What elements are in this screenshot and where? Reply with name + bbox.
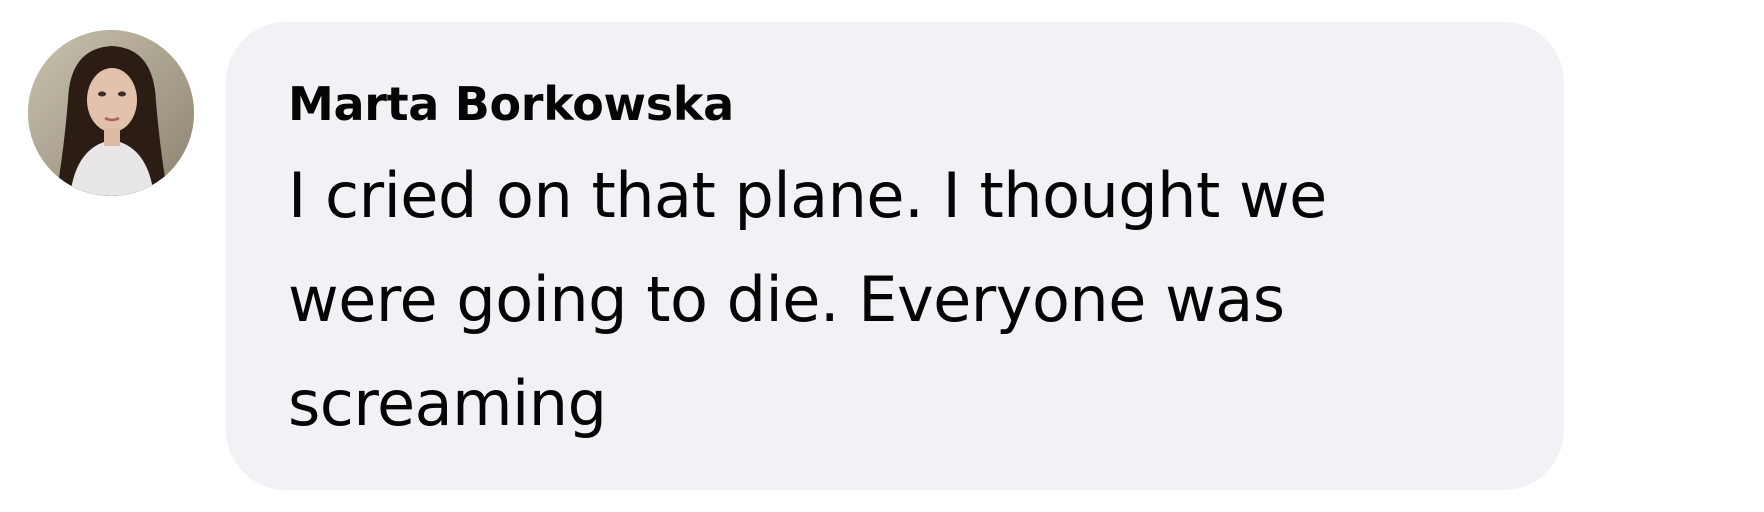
profile-photo-icon <box>28 30 194 196</box>
avatar[interactable] <box>28 30 194 196</box>
comment: Marta Borkowska I cried on that plane. I… <box>0 0 1764 512</box>
comment-text: I cried on that plane. I thought we were… <box>288 159 1327 440</box>
comment-author[interactable]: Marta Borkowska <box>288 76 1524 132</box>
comment-bubble: Marta Borkowska I cried on that plane. I… <box>226 22 1564 490</box>
